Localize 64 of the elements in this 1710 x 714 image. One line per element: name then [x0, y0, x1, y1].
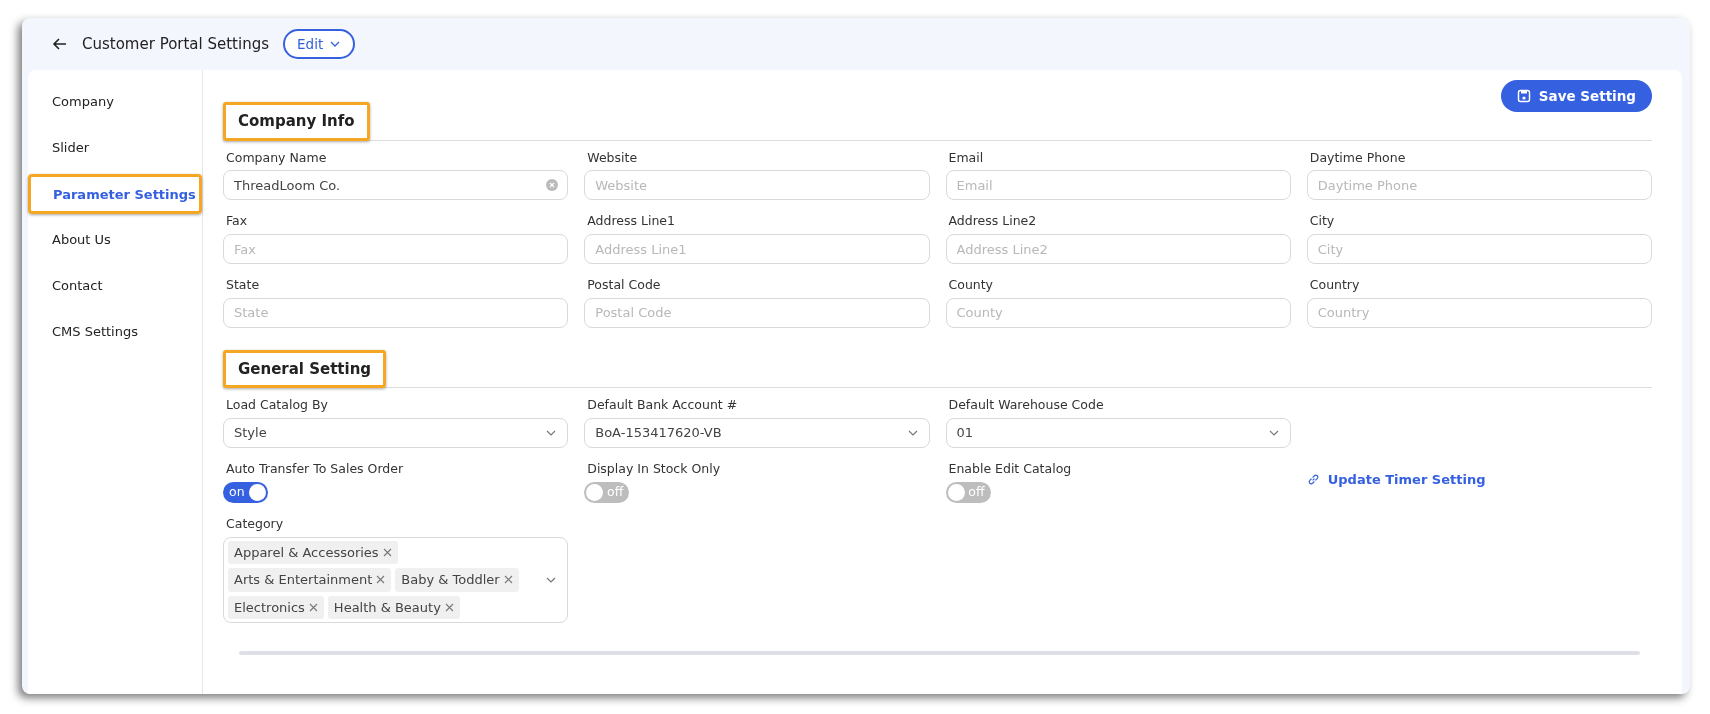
select-field[interactable]: BoA-153417620-VB: [584, 418, 930, 448]
field-label: Country: [1309, 276, 1361, 294]
link-icon: [1306, 473, 1320, 487]
field-label: County: [948, 276, 995, 294]
field-label: Website: [587, 148, 639, 167]
remove-icon[interactable]: [382, 547, 392, 557]
save-icon: [1516, 89, 1531, 104]
field-label: Auto Transfer To Sales Order: [226, 460, 405, 478]
field-label: Postal Code: [587, 276, 662, 294]
multi-select-field[interactable]: Apparel & Accessories Arts & Entertainment Baby & Toddler Electronics Health & Beauty: [223, 536, 569, 623]
text-field[interactable]: City: [1306, 234, 1652, 264]
text-field[interactable]: Postal Code: [584, 297, 930, 328]
sidebar-item[interactable]: Contact: [28, 266, 202, 306]
field-label: Display In Stock Only: [587, 460, 722, 478]
sidebar-item[interactable]: About Us: [28, 220, 202, 260]
field-label: Enable Edit Catalog: [948, 460, 1073, 478]
category-tag: Arts & Entertainment: [228, 568, 392, 592]
text-field[interactable]: Fax: [223, 234, 569, 264]
remove-icon[interactable]: [444, 602, 454, 612]
text-field[interactable]: Country: [1306, 297, 1652, 328]
page-title: Customer Portal Settings: [82, 33, 270, 55]
section-title: General Setting: [223, 349, 387, 389]
back-arrow-icon[interactable]: [52, 36, 68, 52]
sidebar-item[interactable]: CMS Settings: [28, 312, 202, 352]
field-label: Daytime Phone: [1309, 148, 1407, 167]
text-field[interactable]: Address Line2: [945, 234, 1291, 264]
field-label: State: [226, 276, 261, 294]
category-tag: Health & Beauty: [327, 595, 460, 619]
field-label: Company Name: [226, 148, 328, 167]
edit-button[interactable]: Edit: [283, 28, 356, 60]
text-field[interactable]: State: [223, 297, 569, 328]
select-field[interactable]: Style: [223, 418, 569, 448]
category-tag: Electronics: [228, 595, 324, 619]
sidebar-item[interactable]: Parameter Settings: [28, 174, 202, 214]
field-label: Default Bank Account #: [587, 396, 739, 415]
text-field[interactable]: Website: [584, 170, 930, 201]
select-value: BoA-153417620-VB: [595, 424, 722, 443]
remove-icon[interactable]: [503, 575, 513, 585]
update-timer-link[interactable]: Update Timer Setting: [1306, 470, 1486, 490]
field-label: Fax: [226, 212, 249, 231]
sidebar-item[interactable]: Company: [28, 82, 202, 122]
sidebar-item[interactable]: Slider: [28, 128, 202, 168]
remove-icon[interactable]: [376, 575, 386, 585]
field-label: Address Line1: [587, 212, 676, 231]
section-title: Company Info: [223, 102, 370, 141]
field-label: Email: [948, 148, 985, 167]
text-field[interactable]: County: [945, 297, 1291, 328]
select-value: Style: [234, 424, 267, 443]
category-tag: Apparel & Accessories: [228, 540, 398, 564]
save-button[interactable]: Save Setting: [1500, 80, 1652, 113]
text-field[interactable]: Address Line1: [584, 234, 930, 264]
field-label: Load Catalog By: [226, 396, 329, 415]
field-label: Address Line2: [948, 212, 1038, 231]
select-field[interactable]: 01: [945, 418, 1291, 448]
text-field[interactable]: ThreadLoom Co.: [223, 170, 569, 201]
text-field[interactable]: Daytime Phone: [1306, 170, 1652, 201]
field-label: Category: [226, 514, 285, 533]
remove-icon[interactable]: [308, 602, 318, 612]
text-field[interactable]: Email: [945, 170, 1291, 201]
select-value: 01: [956, 424, 974, 443]
field-label: Default Warehouse Code: [948, 396, 1105, 415]
field-label: City: [1309, 212, 1336, 231]
toggle-switch[interactable]: on: [223, 481, 268, 503]
category-tag: Baby & Toddler: [395, 568, 519, 592]
